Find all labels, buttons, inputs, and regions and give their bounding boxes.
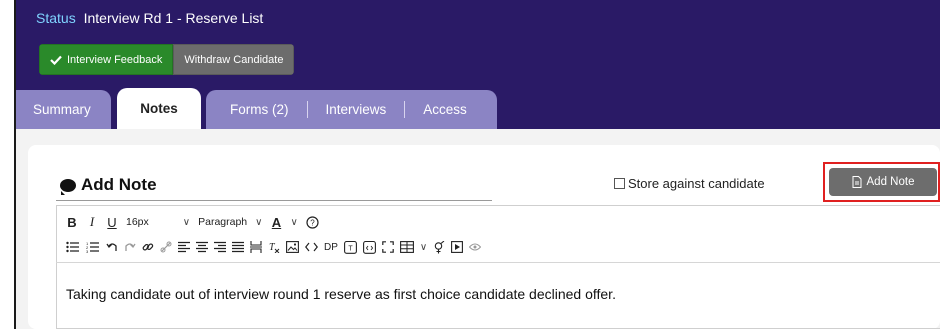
checkmark-icon	[50, 55, 62, 65]
add-note-button-label: Add Note	[866, 176, 915, 188]
toolbar-divider	[56, 262, 940, 263]
interview-feedback-label: Interview Feedback	[67, 53, 163, 66]
numbered-list-icon[interactable]: 123	[86, 239, 100, 255]
speech-bubble-icon	[60, 178, 76, 195]
document-icon	[852, 176, 862, 188]
interview-feedback-button[interactable]: Interview Feedback	[39, 44, 174, 75]
status-row: Status Interview Rd 1 - Reserve List	[36, 10, 263, 26]
source-code-icon[interactable]	[305, 239, 318, 255]
chevron-down-icon[interactable]: ∨	[255, 217, 262, 228]
align-right-icon[interactable]	[214, 239, 226, 255]
note-text[interactable]: Taking candidate out of interview round …	[66, 286, 616, 302]
store-against-candidate-checkbox[interactable]	[614, 178, 625, 189]
align-left-icon[interactable]	[178, 239, 190, 255]
tab-access[interactable]: Access	[405, 90, 485, 129]
align-center-icon[interactable]	[196, 239, 208, 255]
image-icon[interactable]	[286, 239, 299, 255]
template-icon[interactable]: T	[343, 239, 357, 255]
add-note-button[interactable]: Add Note	[829, 168, 937, 196]
tab-notes[interactable]: Notes	[117, 88, 201, 129]
clear-formatting-icon[interactable]: T	[268, 239, 280, 255]
special-character-icon[interactable]	[433, 239, 445, 255]
block-format-select[interactable]: Paragraph	[198, 216, 247, 228]
action-bar: Interview Feedback Withdraw Candidate	[39, 44, 295, 75]
code-template-icon[interactable]	[362, 239, 376, 255]
tab-interviews[interactable]: Interviews	[308, 90, 405, 129]
tab-bar: Summary Notes Forms (2) Interviews Acces…	[16, 88, 497, 129]
title-underline	[56, 200, 492, 201]
status-value: Interview Rd 1 - Reserve List	[83, 10, 264, 26]
help-icon[interactable]: ?	[306, 214, 319, 230]
tab-forms[interactable]: Forms (2)	[212, 90, 307, 129]
bold-button[interactable]: B	[66, 214, 78, 230]
align-justify-icon[interactable]	[232, 239, 244, 255]
redo-icon[interactable]	[124, 239, 136, 255]
link-icon[interactable]	[142, 239, 154, 255]
svg-text:3: 3	[86, 249, 89, 253]
chevron-down-icon[interactable]: ∨	[183, 217, 190, 228]
page-break-icon[interactable]	[250, 239, 262, 255]
add-note-title-text: Add Note	[81, 175, 157, 194]
withdraw-candidate-label: Withdraw Candidate	[184, 53, 284, 66]
status-label: Status	[36, 10, 76, 26]
left-border	[0, 0, 16, 329]
underline-button[interactable]: U	[106, 214, 118, 230]
preview-icon[interactable]	[469, 239, 482, 255]
tab-group: Forms (2) Interviews Access	[206, 90, 497, 129]
undo-icon[interactable]	[106, 239, 118, 255]
italic-button[interactable]: I	[86, 214, 98, 230]
media-icon[interactable]	[451, 239, 464, 255]
chevron-down-icon[interactable]: ∨	[290, 217, 297, 228]
svg-text:T: T	[348, 246, 353, 253]
fullscreen-icon[interactable]	[382, 239, 394, 255]
font-color-icon[interactable]: A	[270, 214, 282, 230]
dp-icon[interactable]: DP	[324, 239, 338, 255]
chevron-down-icon[interactable]: ∨	[420, 242, 427, 253]
unlink-icon[interactable]	[160, 239, 172, 255]
withdraw-candidate-button[interactable]: Withdraw Candidate	[173, 44, 295, 75]
editor-toolbar-row-1: B I U 16px ∨ Paragraph ∨ A ∨ ?	[66, 211, 319, 233]
store-against-candidate[interactable]: Store against candidate	[614, 176, 765, 191]
font-size-select[interactable]: 16px	[126, 216, 149, 228]
svg-text:T: T	[269, 242, 276, 253]
store-against-candidate-label: Store against candidate	[628, 176, 765, 191]
tab-summary[interactable]: Summary	[16, 90, 111, 129]
add-note-title: Add Note	[60, 175, 157, 195]
editor-toolbar-row-2: 123 T DP T ∨	[66, 236, 482, 258]
svg-text:?: ?	[310, 218, 315, 227]
table-icon[interactable]	[399, 239, 414, 255]
bullet-list-icon[interactable]	[66, 239, 80, 255]
